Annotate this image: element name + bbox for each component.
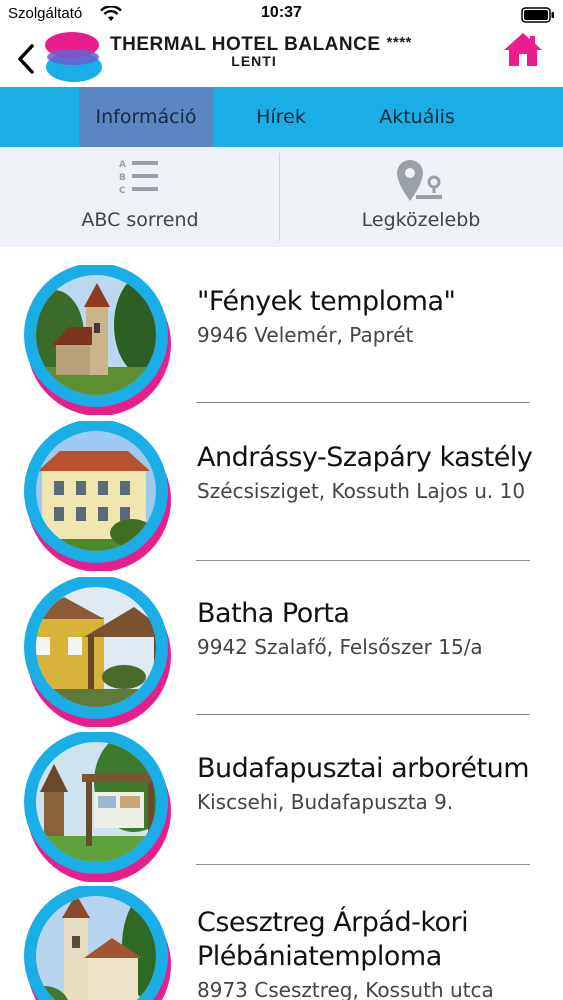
attractions-list: "Fények temploma" 9946 Velemér, Paprét A…	[0, 247, 563, 1000]
hotel-name-text: THERMAL HOTEL BALANCE	[110, 34, 381, 55]
logo-mark-icon	[45, 32, 102, 82]
svg-text:A: A	[119, 160, 126, 170]
status-bar: Szolgáltató 10:37	[0, 0, 563, 30]
item-title: Budafapusztai arborétum	[197, 753, 530, 784]
tab-current[interactable]: Aktuális	[349, 87, 485, 147]
item-title: Csesztreg Árpád-kori Plébániatemploma	[197, 907, 469, 972]
sort-nearest-button[interactable]: Legközelebb	[281, 147, 561, 247]
farmhouse-photo	[24, 575, 174, 728]
sort-divider	[279, 153, 280, 241]
manor-photo	[24, 419, 174, 572]
sort-abc-button[interactable]: A B C ABC sorrend	[0, 147, 280, 247]
svg-text:C: C	[119, 186, 126, 196]
item-divider	[196, 864, 530, 865]
sort-bar: A B C ABC sorrend Legközelebb	[0, 147, 563, 247]
hotel-logo: THERMAL HOTEL BALANCE **** LENTI	[44, 30, 464, 86]
item-address: Szécsisziget, Kossuth Lajos u. 10	[197, 479, 526, 503]
abc-list-icon: A B C	[0, 157, 280, 201]
back-button[interactable]	[10, 38, 42, 78]
home-button[interactable]	[501, 30, 545, 70]
hotel-stars: ****	[386, 34, 412, 51]
list-item[interactable]: Budafapusztai arborétum Kiscsehi, Budafa…	[0, 714, 563, 883]
hotel-city: LENTI	[231, 53, 277, 69]
chapel-photo	[24, 263, 174, 416]
list-item[interactable]: Csesztreg Árpád-kori Plébániatemploma 89…	[0, 868, 563, 1000]
svg-text:B: B	[119, 173, 126, 183]
clock: 10:37	[261, 4, 302, 21]
list-item[interactable]: Andrássy-Szapáry kastély Szécsisziget, K…	[0, 403, 563, 572]
sort-abc-label: ABC sorrend	[81, 209, 199, 231]
tab-information[interactable]: Információ	[79, 87, 213, 147]
item-title: Andrássy-Szapáry kastély	[197, 442, 533, 473]
tab-bar: Információ Hírek Aktuális	[0, 87, 563, 147]
list-item[interactable]: Batha Porta 9942 Szalafő, Felsőszer 15/a	[0, 559, 563, 728]
list-item[interactable]: "Fények temploma" 9946 Velemér, Paprét	[0, 247, 563, 416]
arboretum-photo	[24, 730, 174, 883]
chevron-left-icon	[18, 44, 34, 74]
item-address: 9942 Szalafő, Felsőszer 15/a	[197, 635, 483, 659]
item-title: Batha Porta	[197, 598, 350, 629]
home-icon	[504, 33, 542, 66]
item-address: 8973 Csesztreg, Kossuth utca	[197, 978, 494, 1000]
item-address: 9946 Velemér, Paprét	[197, 323, 414, 347]
item-address: Kiscsehi, Budafapuszta 9.	[197, 790, 454, 814]
tab-news[interactable]: Hírek	[213, 87, 349, 147]
app-header: THERMAL HOTEL BALANCE **** LENTI	[0, 30, 563, 87]
sort-nearest-label: Legközelebb	[361, 209, 481, 231]
church-photo	[24, 884, 174, 1000]
item-title: "Fények temploma"	[197, 286, 456, 317]
battery-icon	[521, 7, 555, 27]
map-pin-icon	[281, 157, 561, 207]
